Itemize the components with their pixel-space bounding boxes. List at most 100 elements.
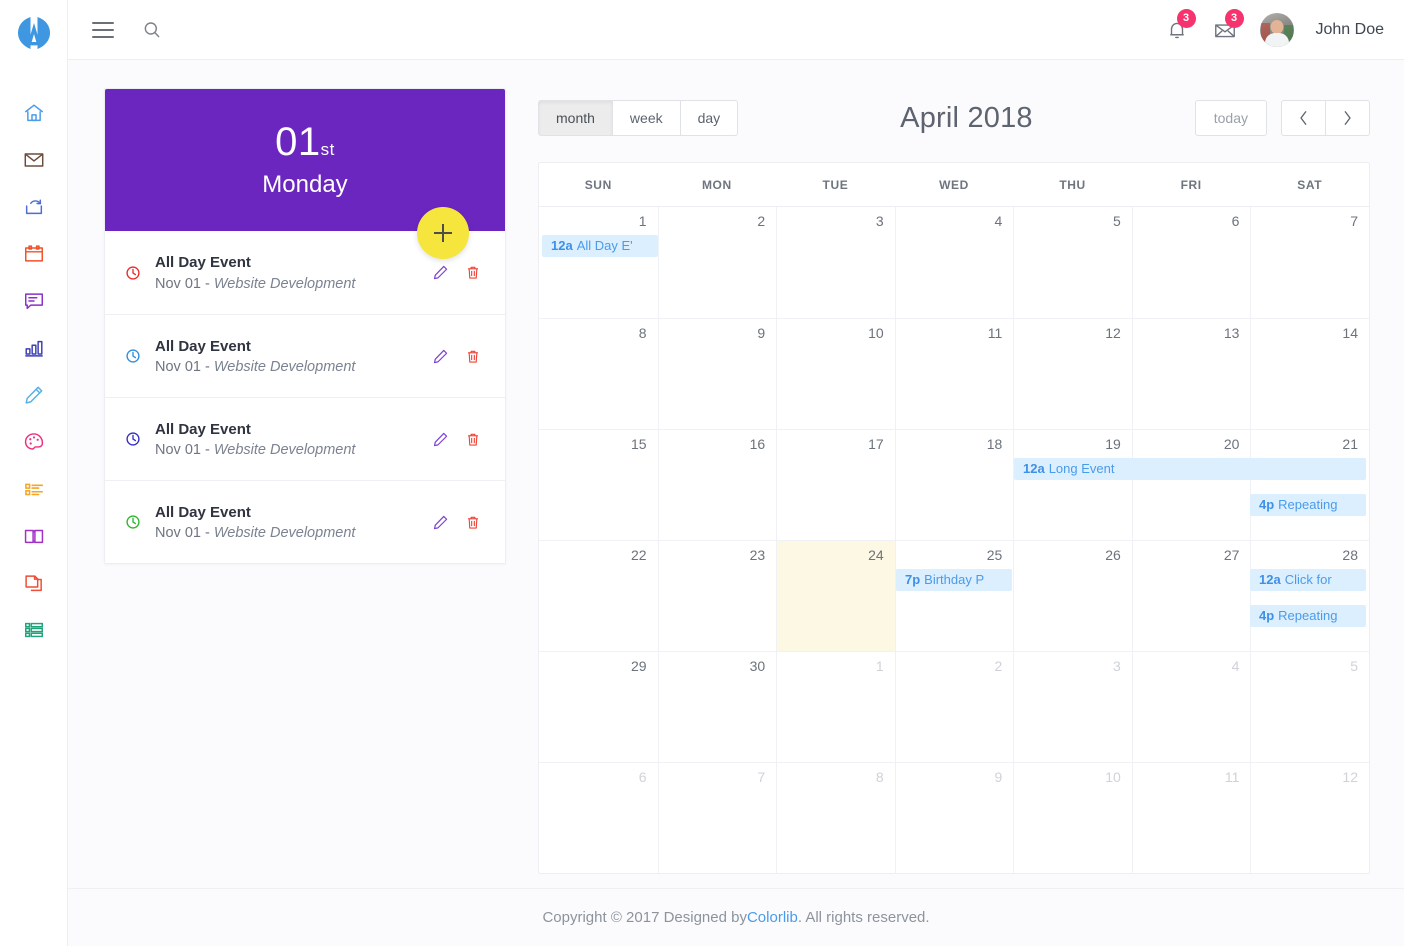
weekday-fri: FRI xyxy=(1180,178,1202,192)
calendar-day-cells xyxy=(539,652,1369,762)
sidebar-item-forms[interactable] xyxy=(19,382,49,408)
calendar-day-cell[interactable] xyxy=(894,652,1014,762)
calendar-event-chip[interactable]: 12a All Day E' xyxy=(542,235,658,257)
messages-button[interactable]: 3 xyxy=(1212,8,1244,45)
tab-week[interactable]: week xyxy=(612,99,681,137)
calendar-week-row: 6 7 8 9 10 11 12 xyxy=(539,762,1369,873)
calendar-day-cell[interactable] xyxy=(1131,763,1251,873)
calendar-day-cell[interactable] xyxy=(776,652,895,762)
book-icon xyxy=(24,529,43,544)
add-event-button[interactable] xyxy=(417,207,469,259)
sidebar-item-calendar[interactable] xyxy=(19,241,49,267)
sidebar-item-styles[interactable] xyxy=(19,429,49,455)
share-icon xyxy=(25,199,42,215)
calendar-day-cell[interactable] xyxy=(1250,763,1369,873)
tab-day[interactable]: day xyxy=(680,99,739,137)
hamburger-icon xyxy=(92,21,114,38)
delete-event-button[interactable] xyxy=(463,262,483,284)
calendar-event-title: Repeating xyxy=(1278,608,1338,623)
event-list: All Day Event Nov 01 - Website Developme… xyxy=(105,231,505,563)
calendar-day-cell[interactable] xyxy=(1131,652,1251,762)
calendar-day-cell[interactable] xyxy=(776,763,895,873)
tab-month[interactable]: month xyxy=(538,99,613,137)
weekday-wed: WED xyxy=(939,178,969,192)
calendar-event-chip[interactable]: 7p Birthday P xyxy=(896,569,1012,591)
notifications-button[interactable]: 3 xyxy=(1164,8,1196,45)
calendar-day-cell[interactable] xyxy=(894,319,1014,429)
calendar-day-cell[interactable] xyxy=(539,763,658,873)
menu-toggle-button[interactable] xyxy=(92,21,114,38)
footer-link[interactable]: Colorlib xyxy=(747,909,798,926)
plus-icon xyxy=(434,224,452,242)
event-text: All Day Event Nov 01 - Website Developme… xyxy=(155,337,420,375)
sidebar-item-lists[interactable] xyxy=(19,476,49,502)
app-logo[interactable] xyxy=(11,10,57,56)
username-label: John Doe xyxy=(1315,20,1385,38)
copy-icon xyxy=(24,575,42,592)
notifications-badge: 3 xyxy=(1176,8,1196,28)
calendar-day-cell[interactable] xyxy=(1131,319,1251,429)
today-button[interactable]: today xyxy=(1194,99,1267,137)
calendar-week-row: 29 30 1 2 3 4 5 xyxy=(539,651,1369,762)
edit-event-button[interactable] xyxy=(430,428,450,450)
calendar-event-chip[interactable]: 12a Click for xyxy=(1250,569,1366,591)
calendar-day-cell[interactable] xyxy=(1250,652,1369,762)
footer-suffix: . All rights reserved. xyxy=(797,909,930,926)
sidebar-item-tables[interactable] xyxy=(19,617,49,643)
messages-badge: 3 xyxy=(1224,8,1244,28)
sidebar-item-share[interactable] xyxy=(19,194,49,220)
prev-month-button[interactable] xyxy=(1281,99,1326,136)
chevron-left-icon xyxy=(1300,111,1307,125)
delete-event-button[interactable] xyxy=(463,345,483,367)
edit-event-button[interactable] xyxy=(430,345,450,367)
list-item[interactable]: All Day Event Nov 01 - Website Developme… xyxy=(105,397,505,480)
event-title: All Day Event xyxy=(155,420,251,438)
sidebar-item-documents[interactable] xyxy=(19,570,49,596)
sidebar-item-home[interactable] xyxy=(19,100,49,126)
sidebar-item-charts[interactable] xyxy=(19,335,49,361)
edit-event-button[interactable] xyxy=(430,262,450,284)
event-project: Website Development xyxy=(213,359,356,376)
calendar-event-layer: 7p Birthday P 12a Click for 4p Repeating xyxy=(539,569,1369,651)
sidebar-item-chat[interactable] xyxy=(19,288,49,314)
delete-event-button[interactable] xyxy=(463,428,483,450)
calendar-day-cell[interactable] xyxy=(657,652,777,762)
calendar-day-cell[interactable] xyxy=(776,319,895,429)
calendar-panel: month week day April 2018 today SUN MON … xyxy=(538,88,1370,888)
calendar-day-cell[interactable] xyxy=(1013,763,1132,873)
weekday-thu: THU xyxy=(1059,178,1086,192)
calendar-day-cell[interactable] xyxy=(539,652,658,762)
calendar-event-time: 7p xyxy=(905,572,921,587)
calendar-event-chip[interactable]: 12a Long Event xyxy=(1014,458,1366,480)
list-icon xyxy=(24,483,43,496)
calendar-event-chip[interactable]: 4p Repeating xyxy=(1250,494,1366,516)
palette-icon xyxy=(24,433,43,450)
calendar-week-row: 22 23 24 25 26 27 28 7p Birthday P 12a Click for 4p… xyxy=(539,540,1369,651)
calendar-title: April 2018 xyxy=(900,101,1033,134)
search-button[interactable] xyxy=(142,20,162,40)
sidebar-item-email[interactable] xyxy=(19,147,49,173)
event-actions xyxy=(420,511,483,533)
calendar-day-cell[interactable] xyxy=(1250,319,1369,429)
clock-icon xyxy=(125,514,155,530)
calendar-day-cell[interactable] xyxy=(539,319,658,429)
calendar-event-chip[interactable]: 4p Repeating xyxy=(1250,605,1366,627)
edit-event-button[interactable] xyxy=(430,511,450,533)
delete-event-button[interactable] xyxy=(463,511,483,533)
event-text: All Day Event Nov 01 - Website Developme… xyxy=(155,503,420,541)
calendar-day-cell[interactable] xyxy=(657,319,777,429)
avatar[interactable] xyxy=(1259,12,1294,47)
calendar-day-cell[interactable] xyxy=(894,763,1014,873)
list-item[interactable]: All Day Event Nov 01 - Website Developme… xyxy=(105,314,505,397)
list-item[interactable]: All Day Event Nov 01 - Website Developme… xyxy=(105,480,505,563)
calendar-day-cell[interactable] xyxy=(657,763,777,873)
clock-icon xyxy=(125,265,155,281)
next-month-button[interactable] xyxy=(1326,99,1370,136)
day-number-value: 01 xyxy=(275,119,321,164)
sidebar-item-pages[interactable] xyxy=(19,523,49,549)
event-text: All Day Event Nov 01 - Website Developme… xyxy=(155,253,420,291)
calendar-day-cell[interactable] xyxy=(1013,319,1132,429)
chat-icon xyxy=(24,293,43,310)
calendar-day-cell[interactable] xyxy=(1013,652,1132,762)
calendar-week-row: 8 9 10 11 12 13 14 xyxy=(539,318,1369,429)
